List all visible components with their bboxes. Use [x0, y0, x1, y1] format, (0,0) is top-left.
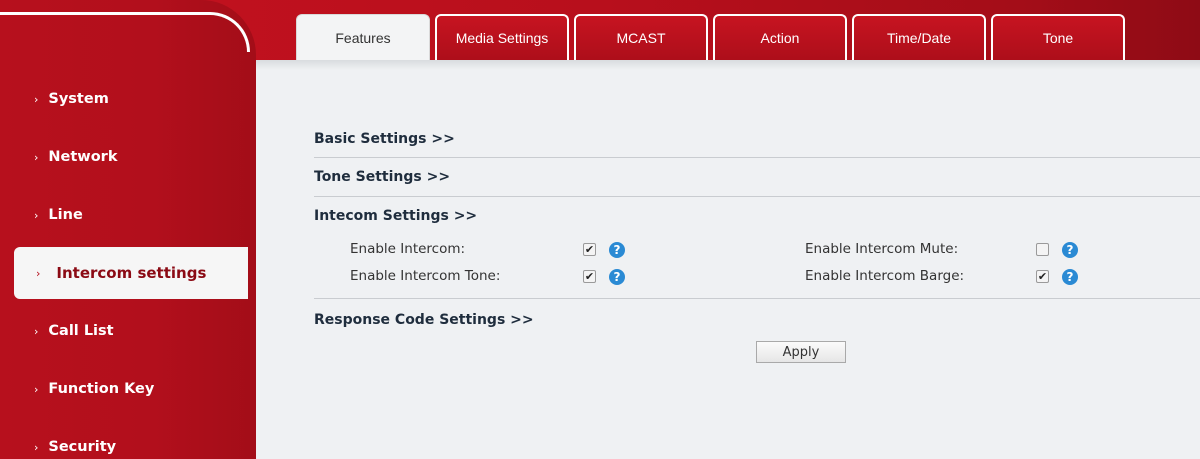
- help-icon[interactable]: ?: [609, 242, 625, 258]
- main-content: [256, 60, 1200, 459]
- enable-intercom-tone-checkbox[interactable]: ✔: [583, 270, 596, 283]
- section-response-code-settings[interactable]: Response Code Settings >>: [314, 312, 534, 328]
- enable-intercom-tone-label: Enable Intercom Tone:: [350, 268, 501, 284]
- help-icon[interactable]: ?: [1062, 242, 1078, 258]
- sidebar-top-border: [0, 12, 250, 52]
- enable-intercom-label: Enable Intercom:: [350, 241, 466, 257]
- section-intercom-settings[interactable]: Intecom Settings >>: [314, 208, 477, 224]
- tab-features[interactable]: Features: [296, 14, 430, 60]
- chevron-right-icon: ›: [34, 382, 39, 396]
- chevron-right-icon: ›: [34, 92, 39, 106]
- tab-bar: Features Media Settings MCAST Action Tim…: [296, 14, 1130, 60]
- enable-intercom-checkbox[interactable]: ✔: [583, 243, 596, 256]
- sidebar-item-system[interactable]: › System: [0, 74, 248, 124]
- sidebar-item-intercom-settings[interactable]: › Intercom settings: [14, 247, 248, 299]
- help-icon[interactable]: ?: [609, 269, 625, 285]
- divider: [314, 157, 1200, 158]
- divider: [314, 298, 1200, 299]
- content-shadow: [256, 60, 1200, 70]
- enable-intercom-mute-checkbox[interactable]: [1036, 243, 1049, 256]
- apply-button[interactable]: Apply: [756, 341, 846, 363]
- section-basic-settings[interactable]: Basic Settings >>: [314, 131, 455, 147]
- sidebar-item-line[interactable]: › Line: [0, 190, 248, 240]
- enable-intercom-barge-checkbox[interactable]: ✔: [1036, 270, 1049, 283]
- sidebar-item-label: Function Key: [48, 381, 155, 397]
- sidebar-item-call-list[interactable]: › Call List: [0, 306, 248, 356]
- section-tone-settings[interactable]: Tone Settings >>: [314, 169, 450, 185]
- enable-intercom-mute-label: Enable Intercom Mute:: [805, 241, 959, 257]
- sidebar-item-network[interactable]: › Network: [0, 132, 248, 182]
- sidebar-item-label: Intercom settings: [56, 264, 207, 282]
- sidebar-item-function-key[interactable]: › Function Key: [0, 364, 248, 414]
- chevron-right-icon: ›: [34, 324, 39, 338]
- chevron-right-icon: ›: [34, 208, 39, 222]
- sidebar-item-label: System: [48, 91, 109, 107]
- help-icon[interactable]: ?: [1062, 269, 1078, 285]
- tab-time-date[interactable]: Time/Date: [852, 14, 986, 60]
- enable-intercom-barge-label: Enable Intercom Barge:: [805, 268, 965, 284]
- sidebar-item-label: Call List: [48, 323, 114, 339]
- tab-tone[interactable]: Tone: [991, 14, 1125, 60]
- tab-mcast[interactable]: MCAST: [574, 14, 708, 60]
- chevron-right-icon: ›: [36, 266, 41, 280]
- sidebar-item-label: Security: [48, 439, 117, 455]
- sidebar-item-security[interactable]: › Security: [0, 422, 248, 459]
- chevron-right-icon: ›: [34, 150, 39, 164]
- sidebar-item-label: Network: [48, 149, 118, 165]
- chevron-right-icon: ›: [34, 440, 39, 454]
- tab-media-settings[interactable]: Media Settings: [435, 14, 569, 60]
- divider: [314, 196, 1200, 197]
- tab-action[interactable]: Action: [713, 14, 847, 60]
- sidebar: › System › Network › Line › Intercom set…: [0, 0, 256, 459]
- sidebar-item-label: Line: [48, 207, 83, 223]
